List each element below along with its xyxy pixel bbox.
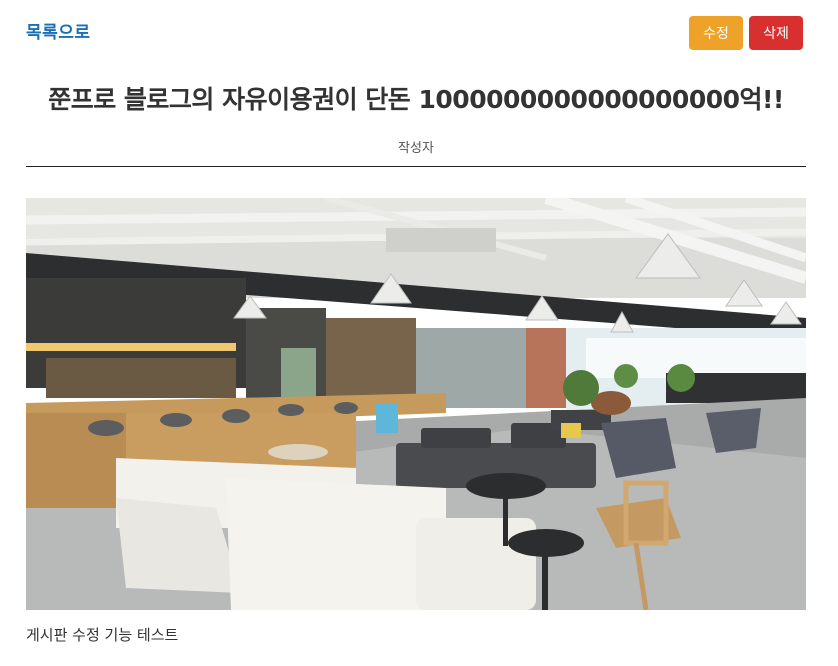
post-image [26,198,806,610]
divider [26,166,806,167]
post-title: 쭌프로 블로그의 자유이용권이 단돈 1000000000000000000억!… [48,85,784,114]
post-detail-page: 목록으로 수정 삭제 쭌프로 블로그의 자유이용권이 단돈 1000000000… [0,0,838,666]
delete-button[interactable]: 삭제 [749,16,803,50]
post-content: 게시판 수정 기능 테스트 [26,626,179,644]
back-to-list-link[interactable]: 목록으로 [26,18,91,43]
edit-button[interactable]: 수정 [689,16,743,50]
post-author: 작성자 [398,141,434,156]
